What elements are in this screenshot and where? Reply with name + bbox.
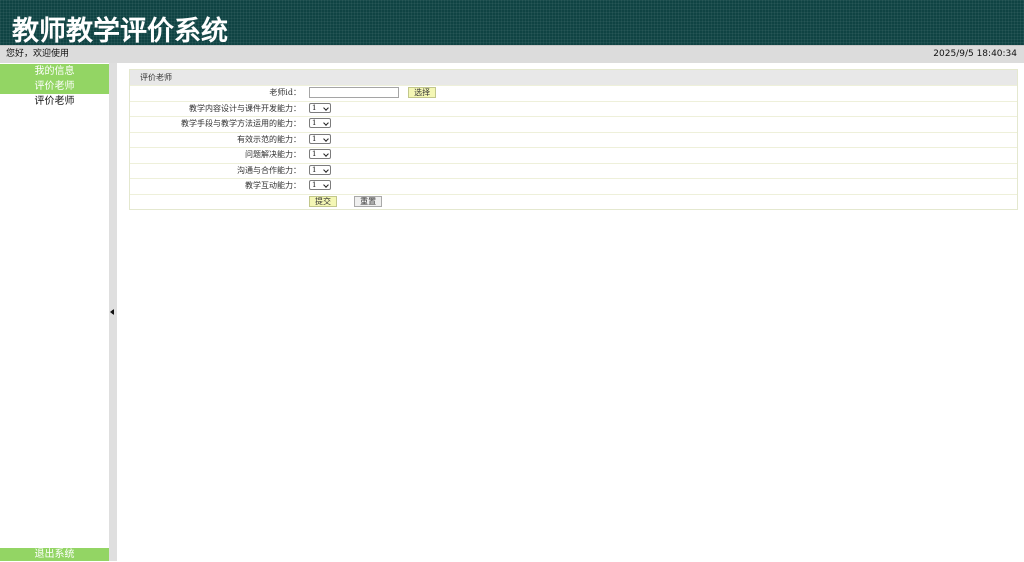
criterion-row: 教学手段与教学方法运用的能力： 1 [130, 116, 1017, 132]
criterion-row: 沟通与合作能力： 1 [130, 162, 1017, 179]
main-content: 评价老师 老师id： 选择 教学内容设计与课件开发能力： 1 教学手段与教学方法… [117, 63, 1024, 561]
sidebar: 我的信息 评价老师 评价老师 退出系统 [0, 63, 109, 561]
submit-button[interactable]: 提交 [309, 195, 337, 207]
teacher-id-row: 老师id： 选择 [130, 85, 1017, 101]
score-value: 1 [312, 165, 317, 174]
criterion-row: 有效示范的能力： 1 [130, 131, 1017, 148]
logout-button[interactable]: 退出系统 [0, 548, 109, 561]
app-title: 教师教学评价系统 [12, 16, 228, 45]
score-select[interactable]: 1 [309, 180, 331, 190]
sidebar-item-evaluate-teacher[interactable]: 评价老师 [0, 79, 109, 94]
chevron-down-icon [323, 135, 329, 142]
collapse-arrow-icon[interactable] [110, 309, 114, 315]
score-value: 1 [312, 150, 317, 158]
score-value: 1 [312, 181, 317, 189]
score-select[interactable]: 1 [309, 164, 331, 175]
criterion-label: 教学互动能力： [245, 181, 301, 190]
chevron-down-icon [323, 151, 329, 157]
chevron-down-icon [323, 120, 329, 126]
sidebar-subitem-evaluate-teacher[interactable]: 评价老师 [0, 94, 109, 109]
criterion-label: 问题解决能力： [245, 150, 301, 159]
welcome-text: 您好，欢迎使用 [6, 49, 70, 59]
teacher-id-label: 老师id： [269, 88, 301, 97]
criterion-label: 沟通与合作能力： [237, 165, 301, 175]
criterion-row: 教学互动能力： 1 [130, 178, 1017, 194]
form-title: 评价老师 [130, 70, 1017, 85]
datetime-display: 2025/9/5 18:40:34 [933, 49, 1017, 59]
teacher-id-input[interactable] [309, 87, 399, 98]
criterion-row: 问题解决能力： 1 [130, 147, 1017, 163]
criterion-label: 教学内容设计与课件开发能力： [189, 103, 301, 113]
criterion-label: 有效示范的能力： [237, 134, 301, 144]
score-select[interactable]: 1 [309, 118, 331, 128]
score-select[interactable]: 1 [309, 133, 331, 144]
choose-teacher-button[interactable]: 选择 [408, 87, 437, 98]
score-select[interactable]: 1 [309, 149, 331, 159]
chevron-down-icon [323, 166, 329, 173]
score-value: 1 [312, 134, 317, 143]
sidebar-item-my-info[interactable]: 我的信息 [0, 64, 109, 79]
reset-button[interactable]: 重置 [354, 195, 383, 207]
score-value: 1 [312, 119, 317, 127]
evaluation-form: 评价老师 老师id： 选择 教学内容设计与课件开发能力： 1 教学手段与教学方法… [129, 69, 1018, 210]
actions-row: 提交 重置 [130, 193, 1017, 210]
criterion-label: 教学手段与教学方法运用的能力： [181, 119, 301, 128]
score-select[interactable]: 1 [309, 102, 331, 113]
score-value: 1 [312, 103, 317, 112]
app-header: 教师教学评价系统 [0, 0, 1024, 45]
criterion-row: 教学内容设计与课件开发能力： 1 [130, 100, 1017, 117]
status-bar: 您好，欢迎使用 2025/9/5 18:40:34 [0, 45, 1024, 63]
chevron-down-icon [323, 104, 329, 111]
chevron-down-icon [323, 182, 329, 188]
